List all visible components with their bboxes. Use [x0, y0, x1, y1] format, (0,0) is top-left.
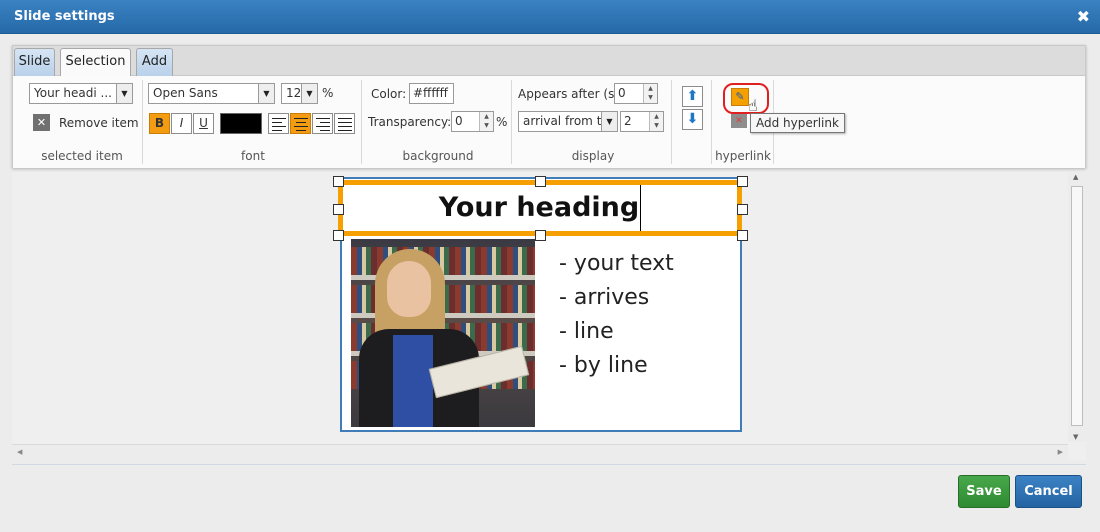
- bullet-line: - by line: [559, 353, 648, 378]
- bullet-line: - arrives: [559, 285, 650, 310]
- tab-strip: Slide Selection Add: [13, 46, 1085, 77]
- appears-after-value: 0: [618, 86, 626, 100]
- font-family-value: Open Sans: [153, 86, 218, 100]
- font-color-swatch[interactable]: [220, 113, 262, 134]
- group-divider: [671, 80, 672, 164]
- resize-handle[interactable]: [535, 230, 546, 241]
- color-label: Color:: [371, 87, 407, 101]
- heading-textbox[interactable]: Your heading: [338, 180, 742, 236]
- link-remove-icon[interactable]: ✕: [731, 114, 747, 128]
- remove-x-icon[interactable]: ✕: [33, 114, 50, 131]
- horizontal-scrollbar[interactable]: ◀ ▶: [12, 444, 1068, 460]
- appears-after-spinner[interactable]: 0 ▲ ▼: [614, 83, 658, 104]
- arrival-duration-spinner[interactable]: 2 ▲ ▼: [620, 111, 664, 132]
- selected-item-value: Your headi ...: [34, 86, 112, 100]
- resize-handle[interactable]: [333, 230, 344, 241]
- align-justify-button[interactable]: [334, 113, 355, 134]
- arrow-down-icon[interactable]: ⬇: [682, 109, 703, 130]
- group-label-hyperlink: hyperlink: [715, 149, 771, 163]
- scroll-left-icon[interactable]: ◀: [17, 448, 22, 456]
- group-label-display: display: [571, 149, 615, 163]
- dialog-titlebar: Slide settings ✖: [0, 0, 1100, 34]
- resize-handle[interactable]: [737, 230, 748, 241]
- save-button[interactable]: Save: [958, 475, 1010, 508]
- spinner-arrows-icon[interactable]: ▲ ▼: [649, 112, 663, 131]
- arrow-up-icon[interactable]: ⬆: [682, 86, 703, 107]
- transparency-unit: %: [496, 115, 508, 129]
- group-label-selected-item: selected item: [41, 149, 123, 163]
- transparency-label: Transparency:: [368, 115, 452, 129]
- tab-add[interactable]: Add: [136, 48, 173, 76]
- slide-canvas: - your text - arrives - line - by line Y…: [12, 172, 1086, 460]
- resize-handle[interactable]: [737, 204, 748, 215]
- chevron-down-icon: ▼: [258, 84, 274, 103]
- vertical-scrollbar[interactable]: ▲ ▼: [1068, 172, 1086, 442]
- underline-button[interactable]: U: [193, 113, 214, 134]
- group-divider: [511, 80, 512, 164]
- group-divider: [711, 80, 712, 164]
- group-divider: [142, 80, 143, 164]
- bullet-line: - your text: [559, 251, 674, 276]
- font-size-value: 12: [286, 86, 302, 100]
- font-size-unit: %: [322, 86, 334, 100]
- scroll-thumb[interactable]: [1071, 186, 1083, 426]
- resize-handle[interactable]: [737, 176, 748, 187]
- group-divider: [361, 80, 362, 164]
- chevron-down-icon: ▼: [601, 112, 617, 131]
- align-right-button[interactable]: [312, 113, 333, 134]
- scroll-up-icon[interactable]: ▲: [1073, 173, 1078, 181]
- link-add-icon[interactable]: ✎: [731, 88, 749, 106]
- transparency-spinner[interactable]: 0 ▲ ▼: [451, 111, 494, 132]
- tab-slide[interactable]: Slide: [14, 48, 55, 76]
- slide-photo[interactable]: [351, 239, 535, 427]
- transparency-value: 0: [455, 114, 463, 128]
- spinner-arrows-icon[interactable]: ▲ ▼: [479, 112, 493, 131]
- color-input[interactable]: #ffffff: [409, 83, 454, 104]
- dialog-title: Slide settings: [14, 9, 115, 24]
- font-size-dropdown[interactable]: 12 ▼: [281, 83, 318, 104]
- bold-button[interactable]: B: [149, 113, 170, 134]
- arrival-duration-value: 2: [624, 114, 632, 128]
- hyperlink-tooltip: Add hyperlink: [750, 113, 845, 133]
- remove-item-button[interactable]: Remove item: [59, 116, 139, 130]
- footer-divider: [12, 464, 1086, 465]
- toolbar-body: Your headi ... ▼ ✕ Remove item selected …: [13, 76, 1085, 168]
- toolbar-panel: Slide Selection Add Your headi ... ▼ ✕ R…: [12, 45, 1086, 168]
- resize-handle[interactable]: [333, 204, 344, 215]
- resize-handle[interactable]: [333, 176, 344, 187]
- group-label-background: background: [402, 149, 474, 163]
- font-family-dropdown[interactable]: Open Sans ▼: [148, 83, 275, 104]
- resize-handle[interactable]: [535, 176, 546, 187]
- cancel-button[interactable]: Cancel: [1015, 475, 1082, 508]
- scroll-down-icon[interactable]: ▼: [1073, 433, 1078, 441]
- italic-button[interactable]: I: [171, 113, 192, 134]
- arrival-dropdown[interactable]: arrival from to ▼: [518, 111, 618, 132]
- scroll-right-icon[interactable]: ▶: [1058, 448, 1063, 456]
- align-center-button[interactable]: [290, 113, 311, 134]
- align-left-button[interactable]: [268, 113, 289, 134]
- spinner-arrows-icon[interactable]: ▲ ▼: [643, 84, 657, 103]
- selected-item-dropdown[interactable]: Your headi ... ▼: [29, 83, 133, 104]
- appears-after-label: Appears after (s):: [518, 87, 624, 101]
- close-icon[interactable]: ✖: [1077, 7, 1090, 26]
- group-label-font: font: [241, 149, 265, 163]
- chevron-down-icon: ▼: [116, 84, 132, 103]
- arrival-value: arrival from to: [523, 114, 609, 128]
- slide-heading[interactable]: Your heading: [439, 185, 642, 231]
- slide-bullet-list[interactable]: - your text - arrives - line - by line: [559, 247, 674, 383]
- tab-selection[interactable]: Selection: [60, 48, 131, 77]
- bullet-line: - line: [559, 319, 614, 344]
- chevron-down-icon: ▼: [301, 84, 317, 103]
